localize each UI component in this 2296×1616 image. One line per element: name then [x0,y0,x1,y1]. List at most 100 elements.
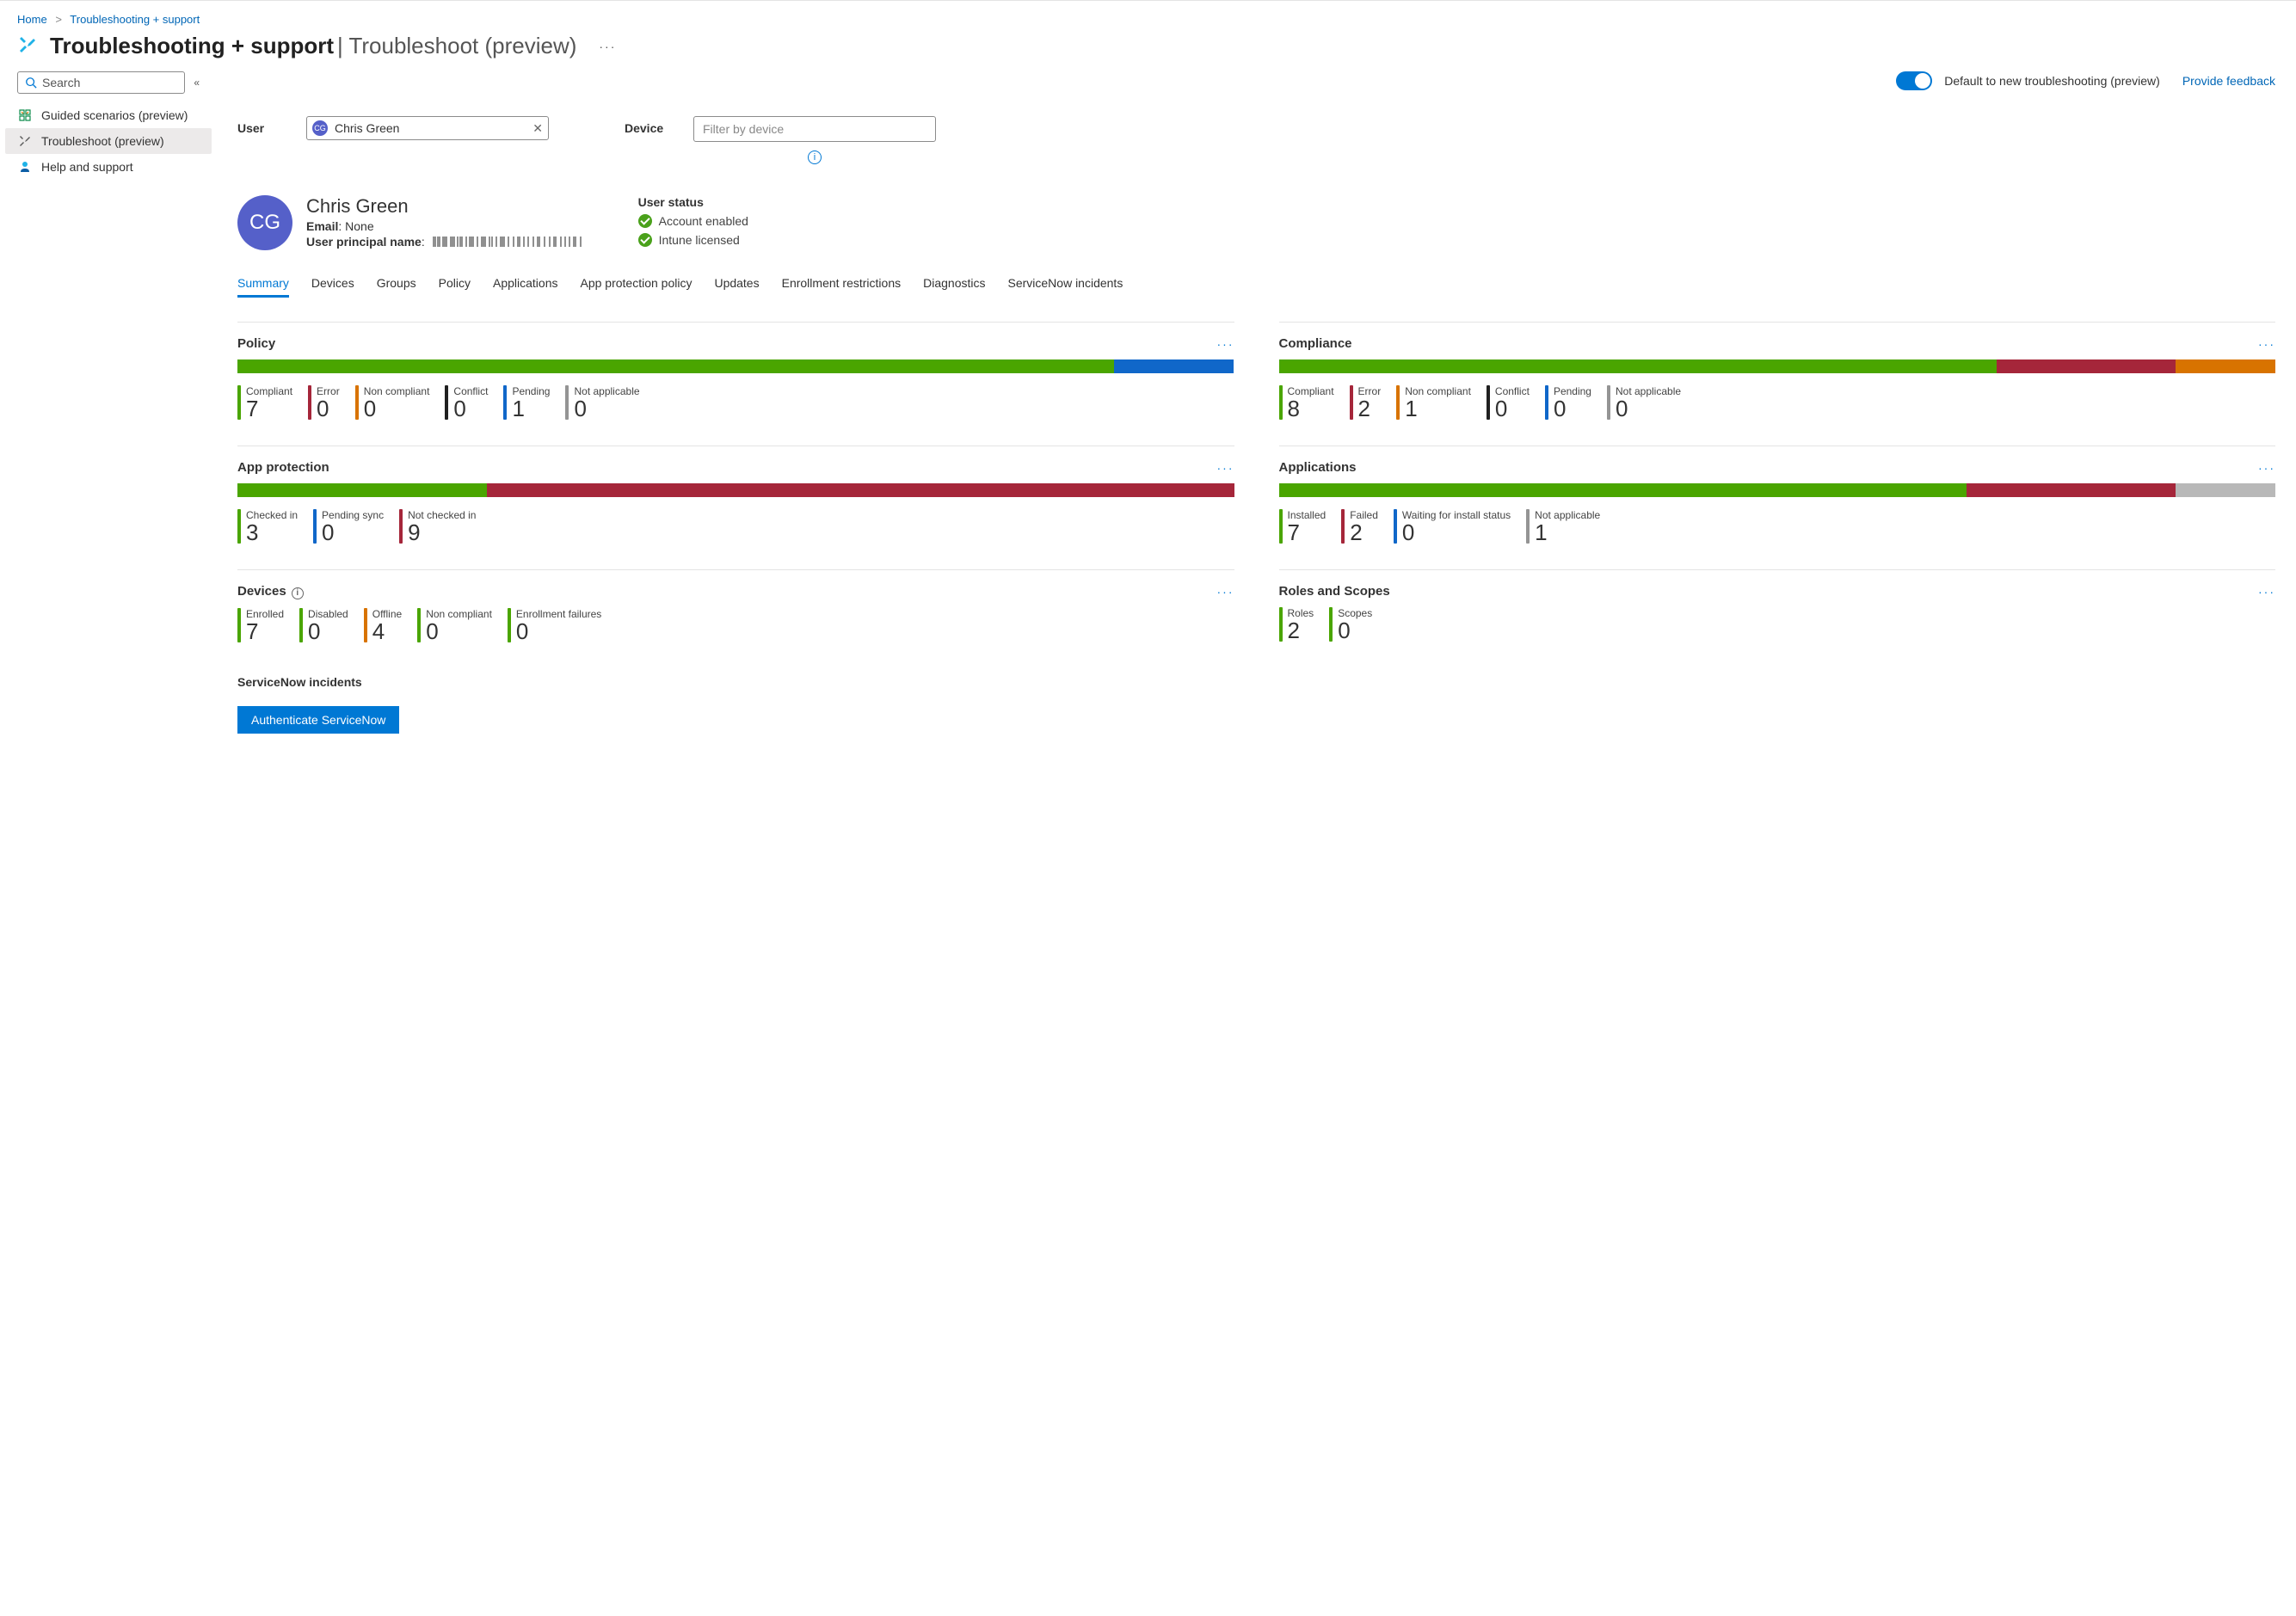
metric-color-tick [1394,509,1397,544]
toggle-label: Default to new troubleshooting (preview) [1944,74,2160,88]
card-title: Roles and Scopes [1279,584,1390,599]
metric-value: 0 [1616,397,1681,420]
card-title: Compliance [1279,336,1352,351]
sidebar-item-label: Guided scenarios (preview) [41,108,188,122]
metric: Waiting for install status0 [1394,509,1511,544]
tab-summary[interactable]: Summary [237,271,289,298]
metric: Checked in3 [237,509,298,544]
sidebar-search[interactable]: Search [17,71,185,94]
metric-value: 0 [1338,619,1372,642]
metric-color-tick [1545,385,1548,420]
status-intune-licensed: Intune licensed [638,233,748,247]
tab-enrollment-restrictions[interactable]: Enrollment restrictions [782,271,902,298]
card-applications: Applications···Installed7Failed2Waiting … [1279,445,2276,544]
metric: Non compliant0 [417,608,492,642]
distribution-bar [237,483,1234,497]
user-status-heading: User status [638,195,748,209]
metric: Conflict0 [1487,385,1530,420]
user-filter-label: User [237,116,286,135]
metric-value: 0 [426,620,492,642]
metric-value: 0 [1495,397,1530,420]
card-more-icon[interactable]: ··· [1217,585,1234,599]
more-icon[interactable]: ··· [599,40,616,53]
user-filter-input[interactable]: CG Chris Green ✕ [306,116,549,140]
metric: Not applicable0 [565,385,639,420]
metric: Disabled0 [299,608,348,642]
card-devices: Devicesi···Enrolled7Disabled0Offline4Non… [237,569,1234,642]
metric-value: 1 [1535,521,1600,544]
status-account-enabled: Account enabled [638,214,748,228]
metric-value: 0 [516,620,601,642]
metric-value: 2 [1350,521,1378,544]
authenticate-servicenow-button[interactable]: Authenticate ServiceNow [237,706,399,734]
metric-color-tick [299,608,303,642]
metric-value: 7 [246,620,284,642]
metric-color-tick [1279,509,1283,544]
tab-app-protection-policy[interactable]: App protection policy [580,271,692,298]
tab-servicenow-incidents[interactable]: ServiceNow incidents [1007,271,1123,298]
card-compliance: Compliance···Compliant8Error2Non complia… [1279,322,2276,420]
tab-updates[interactable]: Updates [714,271,759,298]
metric-color-tick [1526,509,1530,544]
device-filter-label: Device [625,116,673,135]
metric: Pending sync0 [313,509,384,544]
metric-value: 9 [408,521,476,544]
metric-value: 0 [574,397,639,420]
tab-applications[interactable]: Applications [493,271,558,298]
user-upn: User principal name: [306,235,587,250]
tab-policy[interactable]: Policy [439,271,471,298]
card-more-icon[interactable]: ··· [2258,585,2275,599]
metric: Not checked in9 [399,509,476,544]
provide-feedback-link[interactable]: Provide feedback [2182,74,2275,88]
clear-user-icon[interactable]: ✕ [532,121,543,136]
user-avatar: CG [237,195,292,250]
tab-groups[interactable]: Groups [377,271,416,298]
troubleshoot-icon [17,34,38,58]
support-person-icon [17,160,33,174]
info-icon[interactable]: i [292,587,304,599]
redacted-text-icon [432,236,587,250]
metric-value: 0 [317,397,340,420]
metric-value: 0 [308,620,348,642]
info-icon[interactable]: i [808,151,822,164]
card-more-icon[interactable]: ··· [1217,337,1234,351]
sidebar-item-troubleshoot[interactable]: Troubleshoot (preview) [5,128,212,154]
servicenow-title: ServiceNow incidents [237,675,2275,689]
card-more-icon[interactable]: ··· [2258,337,2275,351]
metric-color-tick [1279,607,1283,642]
breadcrumb: Home > Troubleshooting + support [0,9,2296,33]
device-filter-input[interactable]: Filter by device [693,116,936,142]
default-troubleshooting-toggle[interactable] [1896,71,1932,90]
breadcrumb-home[interactable]: Home [17,13,47,26]
metric: Roles2 [1279,607,1314,642]
metric-color-tick [1607,385,1610,420]
sidebar-item-help-support[interactable]: Help and support [5,154,212,180]
tab-diagnostics[interactable]: Diagnostics [923,271,985,298]
metric-value: 1 [512,397,550,420]
metric-value: 0 [1554,397,1591,420]
sidebar-item-guided-scenarios[interactable]: Guided scenarios (preview) [5,102,212,128]
distribution-bar [1279,483,2276,497]
sidebar-item-label: Troubleshoot (preview) [41,134,164,148]
metric-value: 7 [246,397,292,420]
page-title-row: Troubleshooting + support | Troubleshoot… [0,33,2296,71]
metric-color-tick [417,608,421,642]
card-more-icon[interactable]: ··· [1217,461,1234,475]
card-more-icon[interactable]: ··· [2258,461,2275,475]
metric-label: Enrollment failures [516,608,601,620]
wrench-icon [17,134,33,148]
metric-value: 0 [453,397,488,420]
tab-devices[interactable]: Devices [311,271,354,298]
metric-color-tick [1329,607,1333,642]
metric-color-tick [1487,385,1490,420]
metric: Non compliant1 [1396,385,1471,420]
breadcrumb-current[interactable]: Troubleshooting + support [70,13,200,26]
card-title: Policy [237,336,275,351]
metric-color-tick [1396,385,1400,420]
distribution-bar [1279,359,2276,373]
metric: Not applicable0 [1607,385,1681,420]
metric-color-tick [237,385,241,420]
check-icon [638,233,652,247]
metric-color-tick [399,509,403,544]
collapse-sidebar-icon[interactable]: « [194,77,200,89]
